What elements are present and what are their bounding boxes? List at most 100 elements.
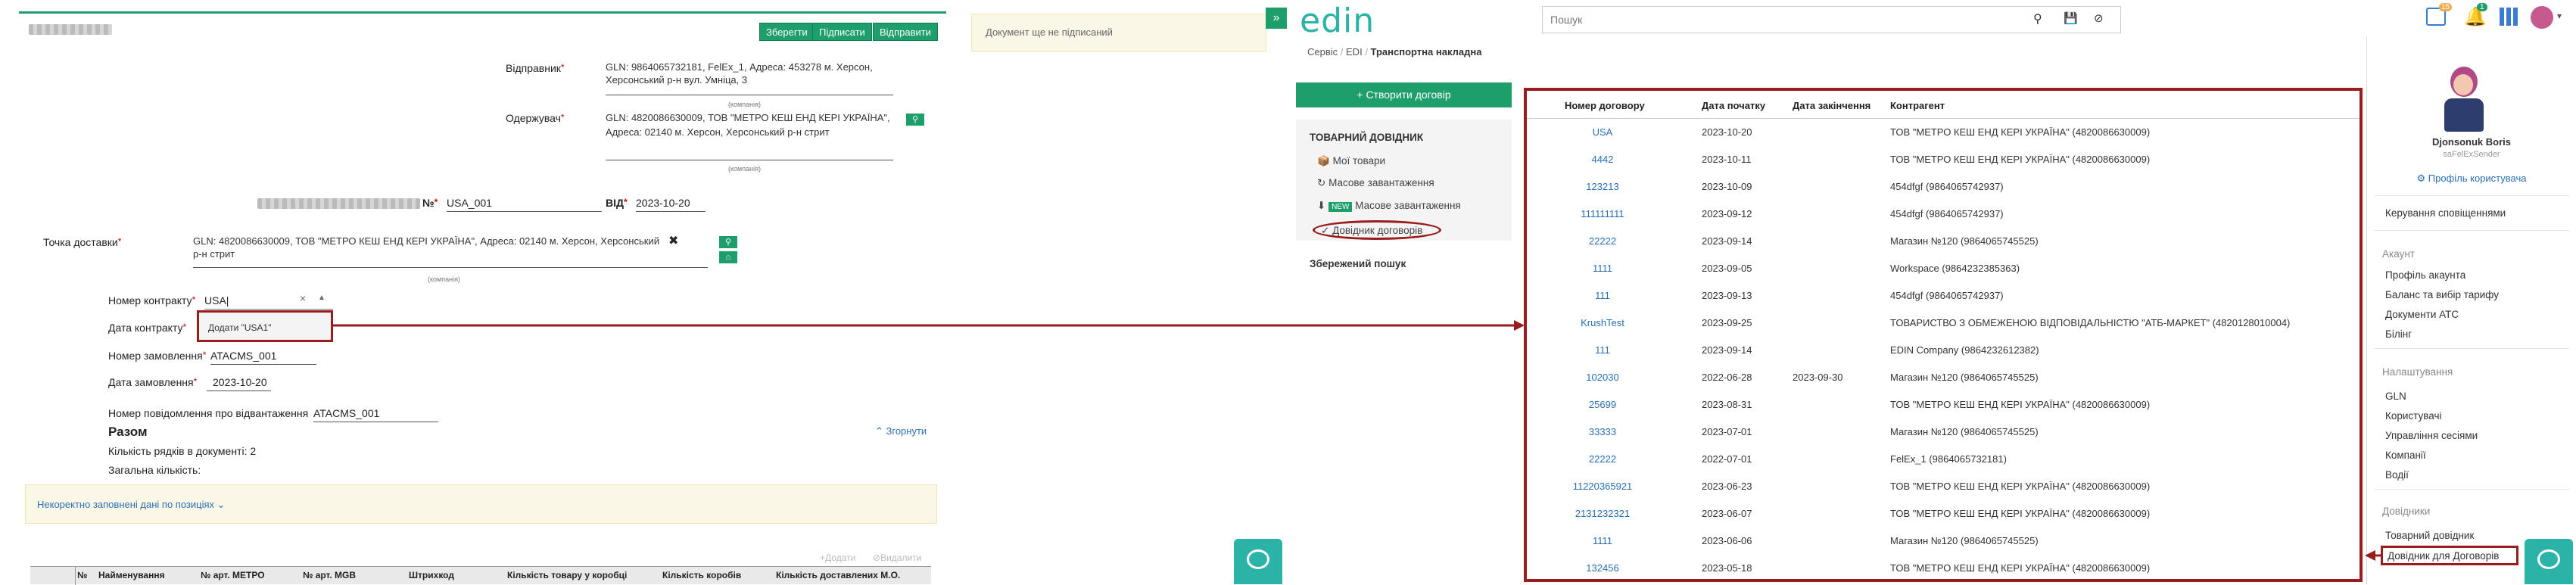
table-row[interactable]: 25699 2023-08-31 ТОВ "МЕТРО КЕШ ЕНД КЕРІ У… [1527,391,2360,419]
cell-contract-number[interactable]: 1111 [1527,263,1678,274]
menu-companies[interactable]: Компанії [2385,450,2426,461]
create-contract-button[interactable]: + Створити договір [1296,82,1512,107]
sign-button[interactable]: Підписати [812,23,872,41]
delivery-point-clear-icon[interactable]: ✖ [668,233,678,248]
table-add-action[interactable]: +Додати [820,552,855,563]
table-row[interactable]: 1111 2023-06-06 Магазин №120 (986406574552… [1527,527,2360,555]
table-row[interactable]: 33333 2023-07-01 Магазин №120 (98640657455… [1527,419,2360,446]
menu-mass-upload-new[interactable]: ⬇ NEW Масове завантаження [1317,200,1461,212]
breadcrumb-edi[interactable]: EDI [1346,46,1363,58]
save-button[interactable]: Зберегти [759,23,815,41]
menu-my-goods[interactable]: 📦 Мої товари [1317,155,1385,167]
table-row[interactable]: 22222 2022-07-01 FelEx_1 (9864065732181) [1527,446,2360,473]
edin-logo[interactable]: edin [1300,2,1375,40]
col-header-counterparty[interactable]: Контрагент [1890,100,1945,111]
table-row[interactable]: 2131232321 2023-06-07 ТОВ "МЕТРО КЕШ ЕНД К… [1527,500,2360,527]
order-date-input[interactable]: 2023-10-20 [207,376,271,391]
cell-contract-number[interactable]: 11220365921 [1527,481,1678,492]
table-delete-action[interactable]: ⊘Видалити [873,552,921,563]
menu-gln[interactable]: GLN [2385,391,2406,402]
order-number-label: Номер замовлення* [108,350,207,362]
cell-contract-number[interactable]: 1111 [1527,535,1678,546]
cell-contract-number[interactable]: 4442 [1527,154,1678,165]
table-row[interactable]: 123213 2023-10-09 454dfgf (9864065742937) [1527,173,2360,201]
table-row[interactable]: 1111 2023-09-05 Workspace (9864232385363) [1527,255,2360,282]
add-contract-option[interactable]: Додати "USA1" [208,322,271,333]
cell-contract-number[interactable]: 25699 [1527,399,1678,410]
col-header-end[interactable]: Дата закінчення [1793,100,1870,111]
delivery-point-home-button[interactable]: ⌂ [719,251,737,263]
cell-contract-number[interactable]: KrushTest [1527,317,1678,328]
cell-contract-number[interactable]: 111 [1527,290,1678,301]
user-caret-icon[interactable]: ▾ [2557,11,2562,21]
search-input[interactable] [1550,12,2020,27]
doc-number-input[interactable]: USA_001 [447,197,602,212]
cell-contract-number[interactable]: 33333 [1527,426,1678,437]
sender-field[interactable]: GLN: 9864065732181, FelEx_1, Адреса: 453… [606,61,893,95]
table-row[interactable]: 22222 2023-09-14 Магазин №120 (98640657455… [1527,228,2360,255]
menu-ats-documents[interactable]: Документи АТС [2385,309,2459,320]
contract-number-caret-icon[interactable]: ▲ [318,294,326,302]
search-bar[interactable]: ⚲ 💾 ⊘ [1542,6,2121,33]
doc-date-input[interactable]: 2023-10-20 [636,197,706,212]
col-header-number[interactable]: Номер договору [1565,100,1645,111]
incomplete-items-bar[interactable]: Некоректно заповнені дані по позиціях ⌄ [25,484,937,524]
user-avatar[interactable] [2531,6,2553,29]
cell-contract-number[interactable]: 123213 [1527,181,1678,192]
menu-goods-directory[interactable]: Товарний довідник [2385,530,2474,541]
cell-contract-number[interactable]: USA [1527,126,1678,138]
table-row[interactable]: 111 2023-09-13 454dfgf (9864065742937) [1527,282,2360,310]
cell-contract-number[interactable]: 22222 [1527,453,1678,465]
chat-widget-right[interactable] [2525,539,2573,584]
shipment-notice-input[interactable]: ATACMS_001 [313,407,438,422]
order-number-input[interactable]: ATACMS_001 [210,350,316,365]
breadcrumb-service[interactable]: Сервіс [1307,46,1338,58]
table-row[interactable]: 111111111 2023-09-12 454dfgf (986406574293… [1527,201,2360,228]
table-row[interactable]: 4442 2023-10-11 ТОВ "МЕТРО КЕШ ЕНД КЕРІ УК… [1527,146,2360,173]
menu-contracts-directory[interactable]: Довідник для Договорів [2381,546,2518,565]
close-panel-button[interactable]: » [1266,8,1287,29]
receiver-search-button[interactable]: ⚲ [906,114,924,126]
dropdown-divider-4 [2375,489,2569,490]
cell-contract-number[interactable]: 22222 [1527,235,1678,247]
cell-contract-number[interactable]: 2131232321 [1527,508,1678,519]
apps-grid-icon[interactable] [2500,8,2518,26]
collapse-link[interactable]: ⌃ Згорнути [875,425,927,437]
user-profile-link[interactable]: ⚙ Профіль користувача [2367,173,2576,185]
cell-contract-number[interactable]: 102030 [1527,372,1678,383]
table-row[interactable]: 11220365921 2023-06-23 ТОВ "МЕТРО КЕШ ЕНД … [1527,473,2360,500]
menu-billing[interactable]: Білінг [2385,328,2412,340]
cell-contract-number[interactable]: 111111111 [1527,208,1678,219]
save-search-icon[interactable]: 💾 [2064,11,2078,25]
receiver-field[interactable]: GLN: 4820086630009, ТОВ "МЕТРО КЕШ ЕНД К… [606,110,893,160]
table-row[interactable]: 132456 2023-05-18 ТОВ "МЕТРО КЕШ ЕНД КЕРІ … [1527,555,2360,582]
send-button[interactable]: Відправити [873,23,939,41]
contract-number-clear-icon[interactable]: × [300,292,306,304]
table-row[interactable]: KrushTest 2023-09-25 ТОВАРИСТВО З ОБМЕЖЕНО… [1527,310,2360,337]
menu-balance[interactable]: Баланс та вибір тарифу [2385,289,2499,300]
menu-contract-directory[interactable]: ✓ Довідник договорів [1313,220,1441,240]
menu-mass-upload[interactable]: ↻ Масове завантаження [1317,177,1434,189]
account-header: Акаунт [2382,248,2415,260]
menu-account-profile[interactable]: Профіль акаунта [2385,269,2465,281]
menu-users[interactable]: Користувачі [2385,410,2442,422]
items-header-blank [30,567,76,585]
search-icon[interactable]: ⚲ [2033,11,2042,26]
delivery-point-search-button[interactable]: ⚲ [719,236,737,248]
table-row[interactable]: USA 2023-10-20 ТОВ "МЕТРО КЕШ ЕНД КЕРІ УКР… [1527,119,2360,146]
table-row[interactable]: 111 2023-09-14 EDIN Company (9864232612382… [1527,337,2360,364]
chat-widget-left[interactable] [1234,539,1282,584]
add-contract-popup[interactable]: Додати "USA1" [197,310,333,342]
cell-contract-number[interactable]: 132456 [1527,562,1678,574]
col-header-start[interactable]: Дата початку [1702,100,1765,111]
incomplete-items-link[interactable]: Некоректно заповнені дані по позиціях ⌄ [37,499,226,511]
menu-sessions[interactable]: Управління сесіями [2385,430,2478,441]
clear-search-icon[interactable]: ⊘ [2094,11,2104,25]
cell-start-date: 2023-06-07 [1702,508,1752,519]
table-row[interactable]: 102030 2022-06-28 2023-09-30 Магазин №120 (… [1527,364,2360,391]
menu-notifications[interactable]: Керування сповіщеннями [2385,207,2506,219]
contract-number-input[interactable]: USA| [204,294,333,310]
delivery-point-field[interactable]: GLN: 4820086630009, ТОВ "МЕТРО КЕШ ЕНД К… [193,235,708,268]
menu-drivers[interactable]: Водії [2385,469,2409,481]
cell-contract-number[interactable]: 111 [1527,344,1678,356]
